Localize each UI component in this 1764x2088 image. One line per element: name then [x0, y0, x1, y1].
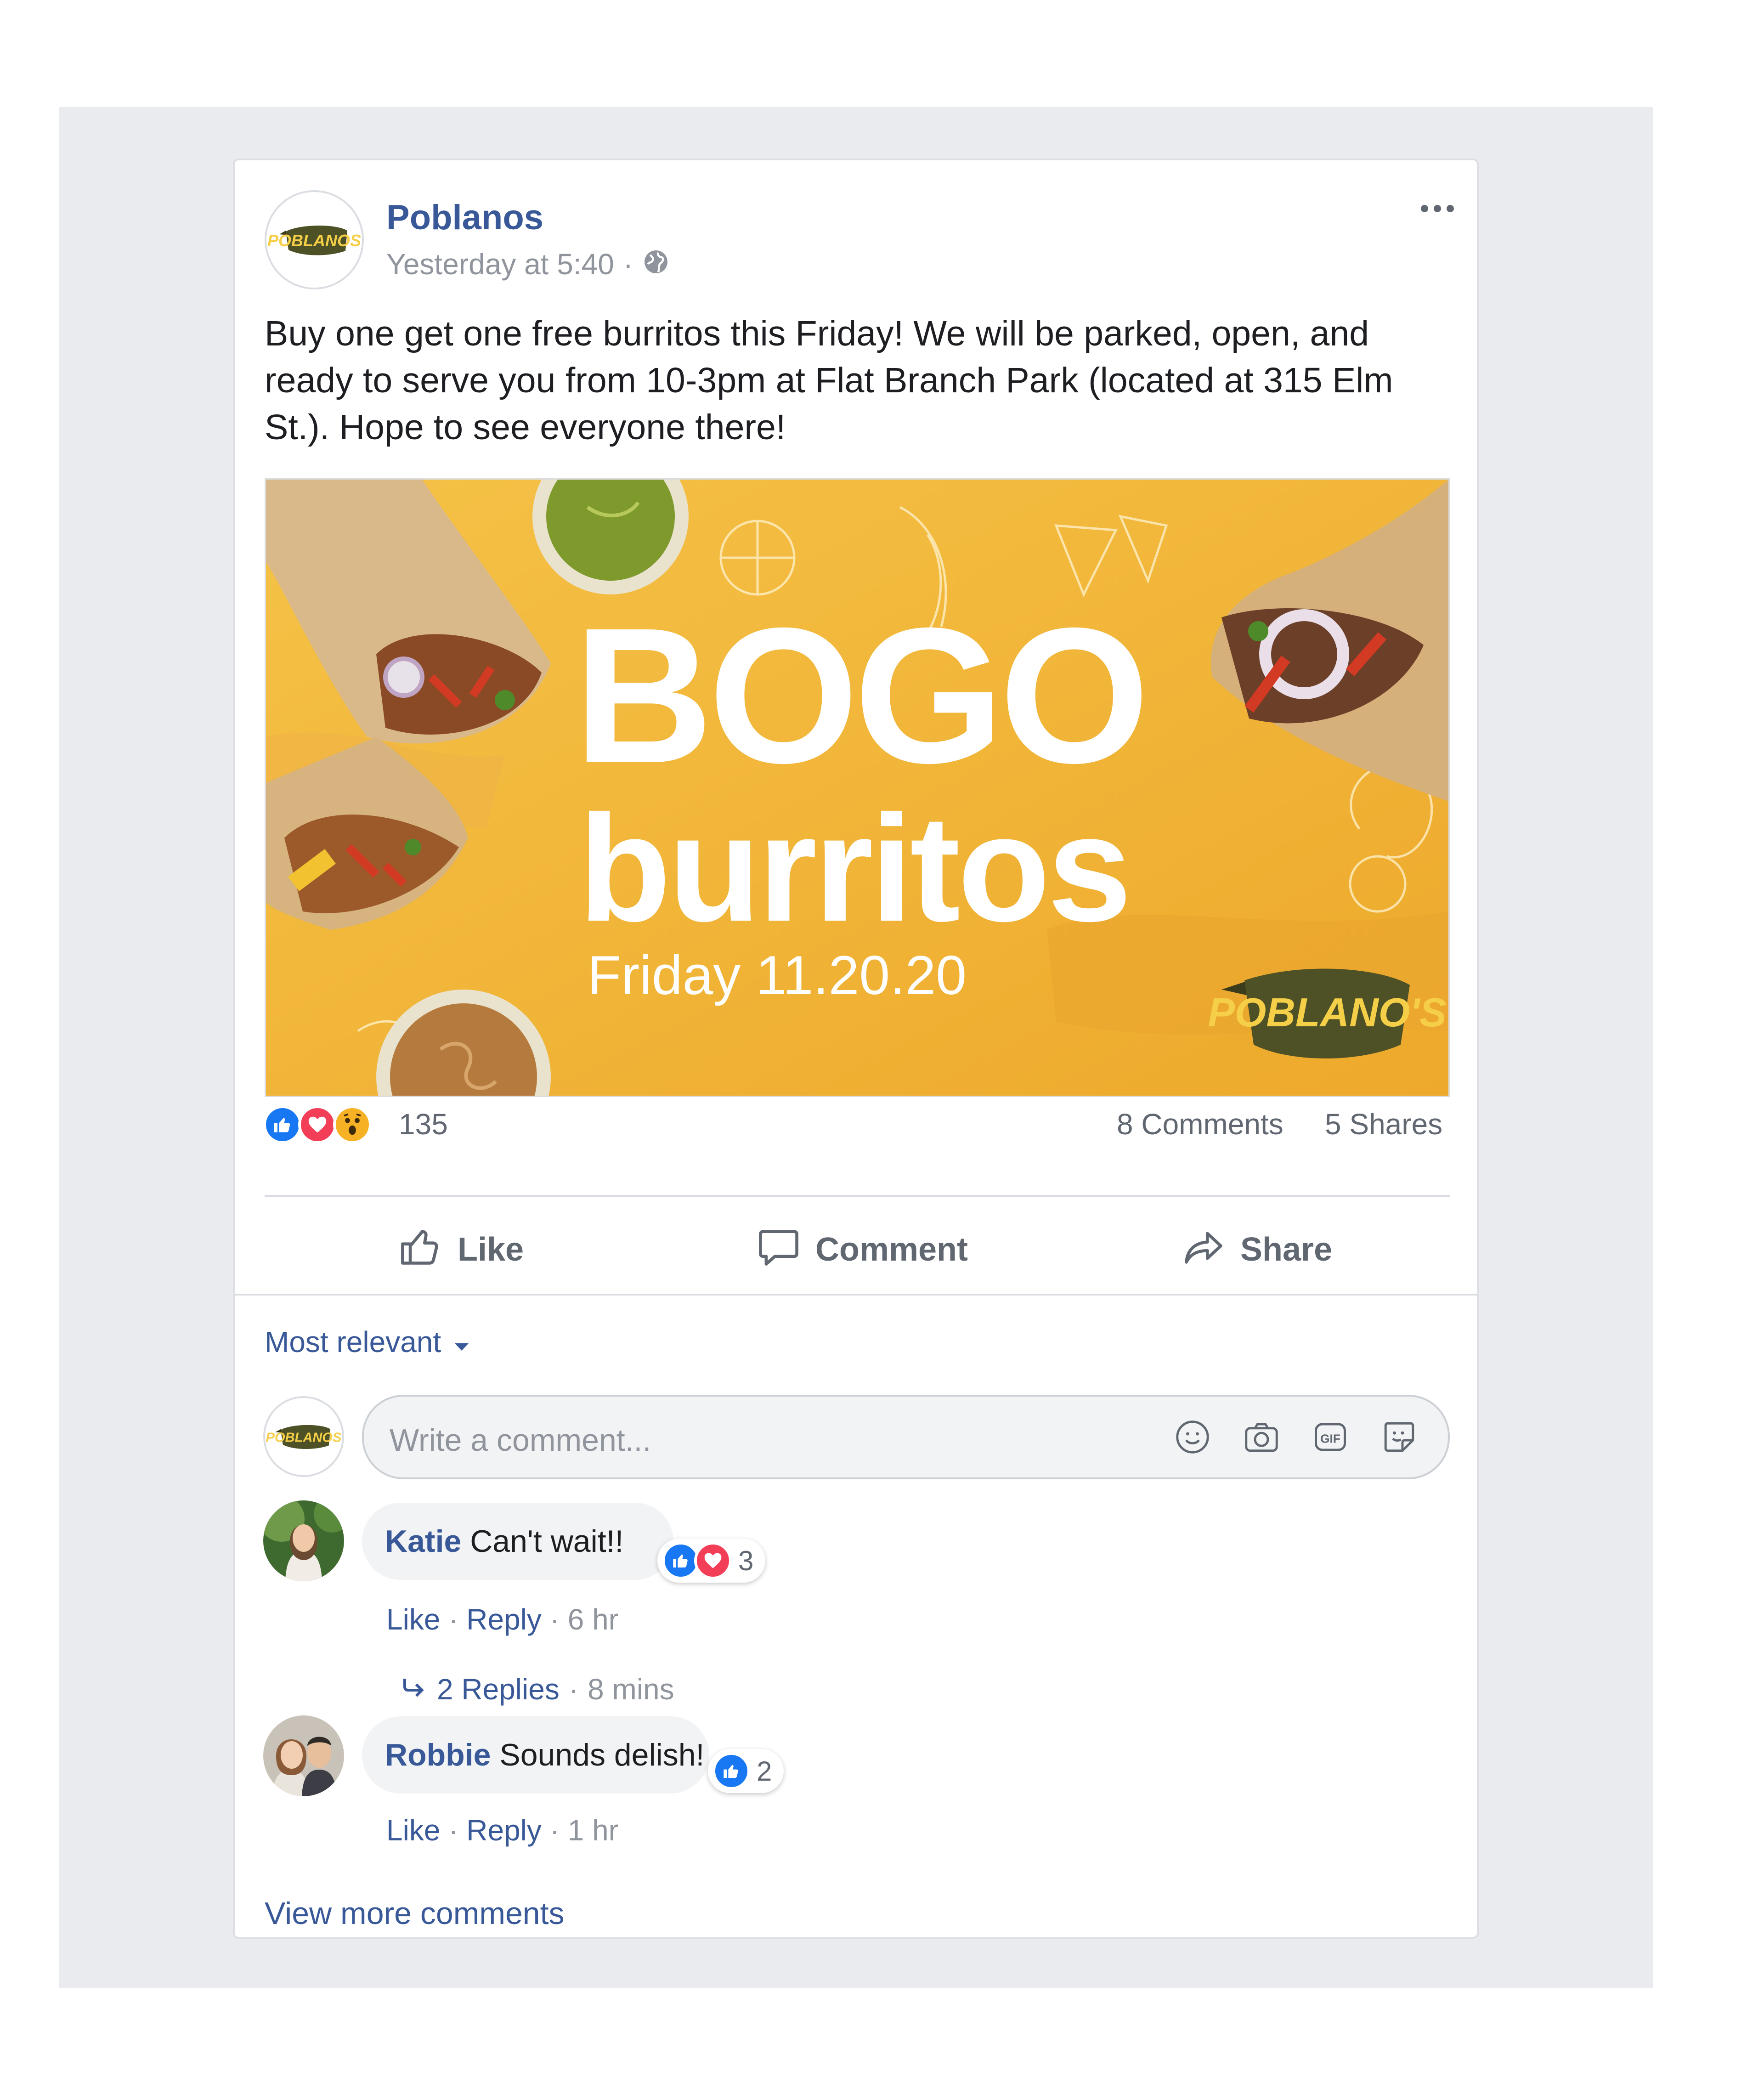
svg-text:BOGO: BOGO [574, 588, 1145, 804]
page-name-link[interactable]: Poblanos [386, 200, 543, 235]
wow-reaction-icon [333, 1105, 372, 1144]
svg-text:POBLANOS: POBLANOS [267, 231, 361, 250]
love-reaction-icon [298, 1105, 337, 1144]
reaction-icons[interactable] [263, 1105, 372, 1144]
like-button-label: Like [458, 1231, 524, 1268]
comment-input[interactable]: Write a comment... GIF [362, 1395, 1450, 1479]
separator-dot: · [448, 1603, 467, 1636]
post-text: Buy one get one free burritos this Frida… [265, 314, 1393, 447]
meta-separator: · [623, 248, 633, 281]
stats-divider [265, 1195, 1450, 1197]
gif-icon[interactable]: GIF [1311, 1418, 1350, 1459]
comment-bubble-icon [756, 1224, 802, 1275]
katie-comment-bubble: Katie Can't wait!! [362, 1503, 673, 1580]
share-button[interactable]: Share [1181, 1224, 1332, 1275]
robbie-reaction-pill[interactable]: 2 [708, 1749, 784, 1793]
sticker-icon[interactable] [1380, 1418, 1419, 1459]
view-more-comments-link[interactable]: View more comments [265, 1896, 565, 1931]
robbie-author-link[interactable]: Robbie [385, 1737, 491, 1772]
katie-comment-actions: Like · Reply · 6 hr [386, 1605, 618, 1634]
comment-button[interactable]: Comment [756, 1224, 968, 1275]
separator-dot: · [549, 1603, 568, 1636]
actions-divider [235, 1294, 1477, 1296]
bogo-burritos-graphic: BOGO burritos Friday 11.20.20 POBLANO'S [266, 480, 1448, 1096]
svg-text:POBLANO'S: POBLANO'S [1208, 990, 1447, 1035]
katie-comment-text: Can't wait!! [470, 1524, 624, 1559]
reaction-count[interactable]: 135 [399, 1109, 448, 1139]
robbie-comment-content: Robbie Sounds delish! [385, 1739, 704, 1771]
separator-dot: · [549, 1814, 568, 1847]
more-options-icon[interactable] [1419, 202, 1456, 215]
comments-count[interactable]: 8 Comments [1117, 1109, 1283, 1139]
share-arrow-icon [1181, 1224, 1227, 1275]
svg-text:burritos: burritos [578, 783, 1129, 953]
robbie-like-link[interactable]: Like [386, 1814, 440, 1847]
shares-count[interactable]: 5 Shares [1325, 1109, 1442, 1139]
svg-text:GIF: GIF [1320, 1432, 1340, 1445]
like-reaction-icon [712, 1752, 750, 1790]
poblanos-logo-icon: POBLANOS [266, 1425, 342, 1449]
poblanos-logo-icon: POBLANOS [267, 225, 361, 255]
svg-text:Friday 11.20.20: Friday 11.20.20 [588, 945, 967, 1006]
love-reaction-icon [694, 1542, 732, 1579]
commenter-avatar: POBLANOS [263, 1396, 344, 1477]
post-meta: Yesterday at 5:40 · [386, 248, 670, 280]
comment-input-placeholder: Write a comment... [390, 1423, 651, 1458]
comment-button-label: Comment [815, 1231, 968, 1268]
separator-dot: · [448, 1814, 467, 1847]
katie-author-link[interactable]: Katie [385, 1524, 461, 1559]
post-image[interactable]: BOGO burritos Friday 11.20.20 POBLANO'S [265, 478, 1450, 1097]
share-button-label: Share [1240, 1231, 1333, 1268]
globe-icon[interactable] [642, 248, 670, 280]
robbie-comment-time[interactable]: 1 hr [568, 1814, 618, 1847]
page-avatar[interactable]: POBLANOS [265, 190, 364, 289]
katie-comment-time[interactable]: 6 hr [568, 1603, 618, 1636]
katie-comment-content: Katie Can't wait!! [385, 1526, 623, 1557]
like-button[interactable]: Like [398, 1224, 524, 1275]
robbie-comment-bubble: Robbie Sounds delish! [362, 1716, 709, 1794]
katie-replies-time: 8 mins [588, 1673, 674, 1706]
robbie-comment-actions: Like · Reply · 1 hr [386, 1816, 618, 1845]
like-reaction-icon [263, 1105, 302, 1144]
camera-icon[interactable] [1242, 1418, 1281, 1459]
katie-reaction-count: 3 [738, 1545, 754, 1576]
robbie-avatar[interactable] [263, 1715, 344, 1796]
svg-text:POBLANOS: POBLANOS [266, 1430, 342, 1445]
smiley-icon[interactable] [1173, 1418, 1212, 1459]
katie-like-link[interactable]: Like [386, 1603, 440, 1636]
katie-replies-row[interactable]: 2 Replies · 8 mins [400, 1675, 674, 1704]
separator-dot: · [568, 1673, 579, 1706]
sort-label: Most relevant [265, 1325, 441, 1358]
katie-avatar[interactable] [263, 1500, 344, 1581]
thumbs-up-icon [398, 1224, 444, 1275]
post-card: POBLANOS Poblanos Yesterday at 5:40 · Bu… [233, 158, 1479, 1939]
katie-reply-link[interactable]: Reply [466, 1603, 542, 1636]
caret-down-icon [454, 1325, 469, 1359]
robbie-reaction-count: 2 [757, 1755, 772, 1787]
katie-replies-link[interactable]: 2 Replies [437, 1675, 560, 1704]
post-timestamp[interactable]: Yesterday at 5:40 [386, 249, 614, 279]
comment-sort-dropdown[interactable]: Most relevant [265, 1325, 469, 1359]
robbie-comment-text: Sounds delish! [499, 1737, 705, 1772]
katie-reaction-pill[interactable]: 3 [657, 1539, 766, 1583]
reply-arrow-icon [400, 1675, 428, 1704]
robbie-reply-link[interactable]: Reply [466, 1814, 542, 1847]
